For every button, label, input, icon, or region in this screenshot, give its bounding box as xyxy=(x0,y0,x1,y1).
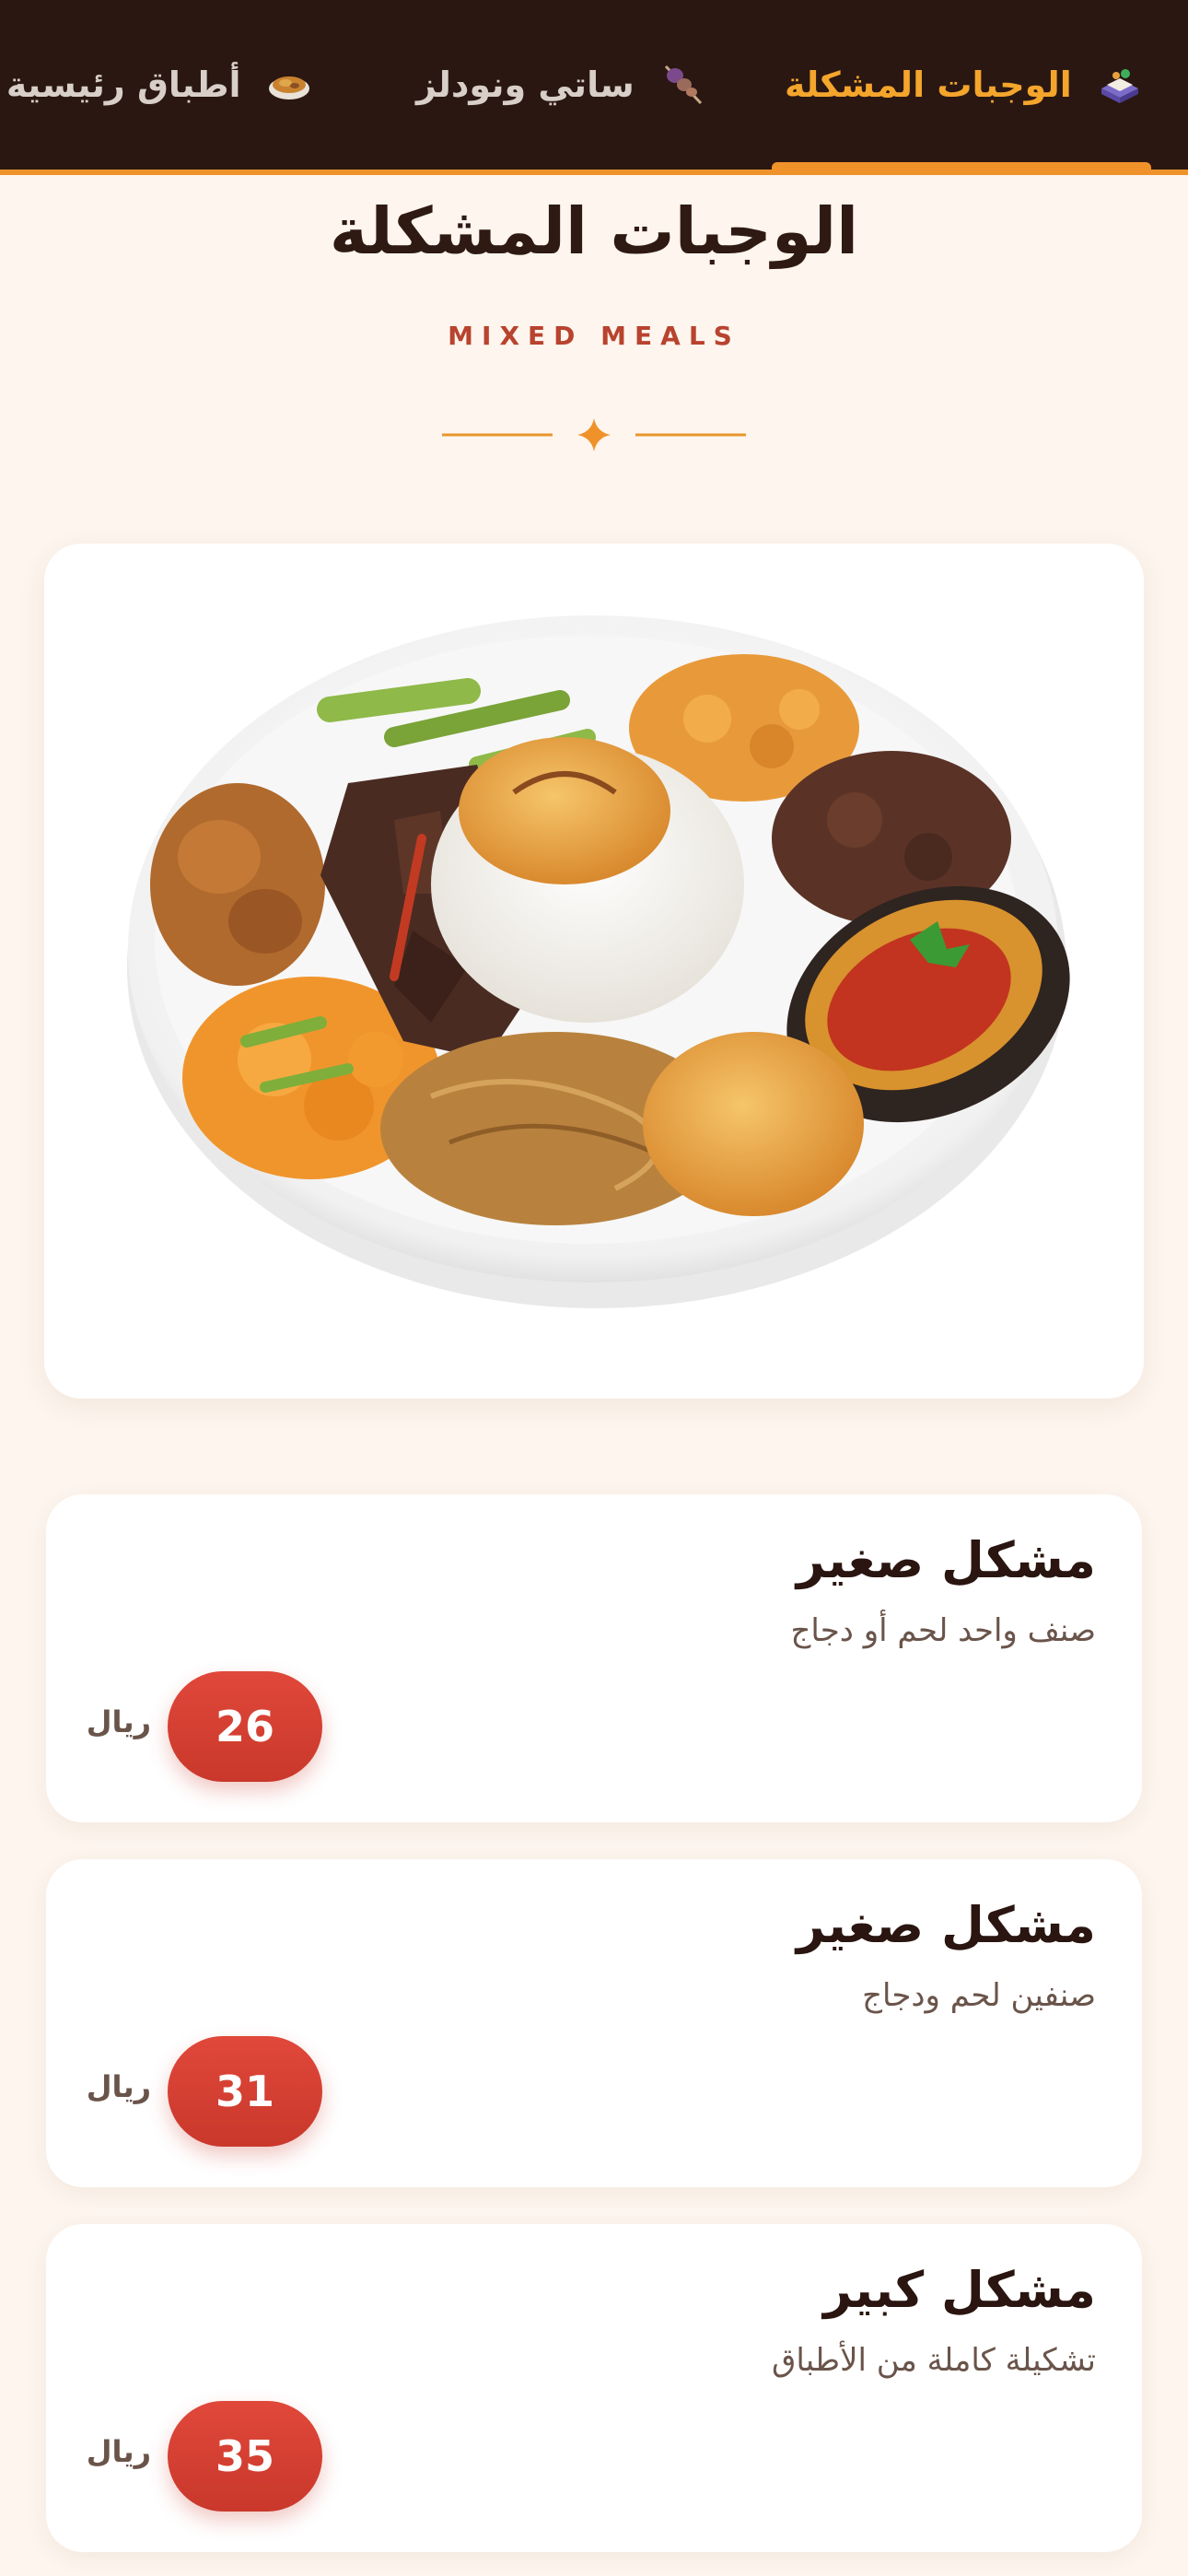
skewer-icon xyxy=(664,64,702,105)
currency-label: ريال xyxy=(86,2069,151,2104)
active-tab-indicator xyxy=(772,162,1151,170)
mixed-meals-icon xyxy=(1101,69,1138,103)
main-dish-icon xyxy=(268,76,309,100)
tab-main-dishes[interactable]: أطباق رئيسية و xyxy=(0,0,313,170)
item-name: مشكل صغير xyxy=(796,1531,1096,1589)
item-description: تشكيلة كاملة من الأطباق xyxy=(772,2342,1096,2379)
section-title: الوجبات المشكلة xyxy=(329,193,859,269)
tab-label: الوجبات المشكلة xyxy=(785,64,1072,105)
price-badge: 35 xyxy=(168,2401,322,2512)
tab-label: ساتي ونودلز xyxy=(416,64,635,105)
menu-item-card[interactable]: مشكل صغير صنفين لحم ودجاج 31 ريال xyxy=(46,1859,1142,2187)
menu-item-card[interactable]: مشكل كبير تشكيلة كاملة من الأطباق 35 ريا… xyxy=(46,2224,1142,2552)
sparkle-icon xyxy=(577,418,611,451)
tab-mixed-meals[interactable]: الوجبات المشكلة xyxy=(785,0,1144,170)
mixed-meal-plate-image xyxy=(127,615,1070,1308)
item-description: صنفين لحم ودجاج xyxy=(862,1977,1096,2014)
section-divider xyxy=(442,418,746,451)
menu-item-card[interactable]: مشكل صغير صنف واحد لحم أو دجاج 26 ريال xyxy=(46,1494,1142,1822)
item-name: مشكل صغير xyxy=(796,1896,1096,1954)
tab-label: أطباق رئيسية و xyxy=(0,64,241,105)
currency-label: ريال xyxy=(86,1704,151,1739)
item-description: صنف واحد لحم أو دجاج xyxy=(790,1612,1096,1649)
section-subtitle: MIXED MEALS xyxy=(448,321,740,351)
category-nav: الوجبات المشكلة ساتي ونودلز أطباق رئيسية… xyxy=(0,0,1188,175)
price-badge: 31 xyxy=(168,2036,322,2147)
currency-label: ريال xyxy=(86,2434,151,2469)
tab-satay-noodles[interactable]: ساتي ونودلز xyxy=(416,0,706,170)
price-badge: 26 xyxy=(168,1671,322,1782)
item-name: مشكل كبير xyxy=(823,2261,1096,2319)
hero-image-card xyxy=(44,544,1144,1399)
